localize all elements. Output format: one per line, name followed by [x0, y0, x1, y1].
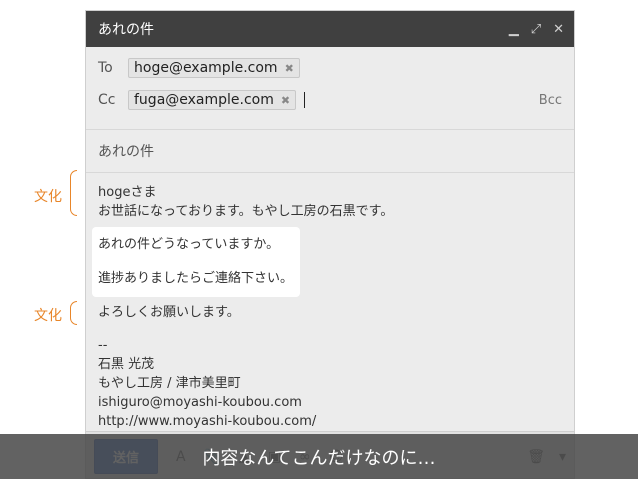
body-line: hogeさま	[98, 185, 157, 200]
annotation-bottom: 文化	[34, 301, 77, 325]
recipient-address: hoge@example.com	[134, 60, 278, 76]
caption-bar: 内容なんてこんだけなのに…	[0, 434, 638, 479]
compose-window: あれの件 ▁ ⤢ ✕ To hoge@example.com ✖ Cc fuga…	[85, 10, 575, 479]
body-line: 進捗ありましたらご連絡下さい。	[98, 271, 294, 286]
recipient-chip-to[interactable]: hoge@example.com ✖	[128, 58, 300, 78]
message-body[interactable]: hogeさま お世話になっております。もやし工房の石黒です。 あれの件どうなって…	[86, 173, 574, 431]
cc-label: Cc	[98, 92, 116, 108]
expand-icon[interactable]: ⤢	[531, 22, 541, 37]
subject-field[interactable]: あれの件	[86, 129, 574, 173]
brace-icon	[70, 170, 77, 216]
recipient-address: fuga@example.com	[134, 92, 274, 108]
to-field[interactable]: To hoge@example.com ✖	[86, 53, 574, 83]
bcc-link[interactable]: Bcc	[539, 93, 562, 108]
signature-url: http://www.moyashi-koubou.com/	[98, 414, 317, 429]
close-icon[interactable]: ✕	[553, 22, 564, 37]
text-cursor	[304, 92, 306, 108]
highlighted-content: あれの件どうなっていますか。 進捗ありましたらご連絡下さい。	[92, 227, 300, 297]
body-line: よろしくお願いします。	[98, 305, 240, 320]
minimize-icon[interactable]: ▁	[509, 22, 519, 37]
signature-name: 石黒 光茂	[98, 357, 155, 372]
annotation-top: 文化	[34, 170, 77, 216]
caption-text: 内容なんてこんだけなのに…	[202, 447, 436, 469]
signature-org: もやし工房 / 津市美里町	[98, 376, 241, 391]
cc-field[interactable]: Cc fuga@example.com ✖ Bcc	[86, 83, 574, 117]
compose-titlebar[interactable]: あれの件 ▁ ⤢ ✕	[86, 11, 574, 47]
brace-icon	[70, 301, 77, 325]
recipient-chip-cc[interactable]: fuga@example.com ✖	[128, 90, 297, 110]
remove-recipient-icon[interactable]: ✖	[281, 94, 290, 107]
body-line: お世話になっております。もやし工房の石黒です。	[98, 204, 394, 219]
to-label: To	[98, 60, 113, 76]
remove-recipient-icon[interactable]: ✖	[285, 62, 294, 75]
signature-email: ishiguro@moyashi-koubou.com	[98, 395, 302, 410]
body-line: あれの件どうなっていますか。	[98, 237, 280, 252]
window-title: あれの件	[98, 22, 154, 38]
annotation-label: 文化	[34, 308, 62, 324]
annotation-label: 文化	[34, 189, 62, 205]
signature-dash: --	[98, 338, 108, 353]
